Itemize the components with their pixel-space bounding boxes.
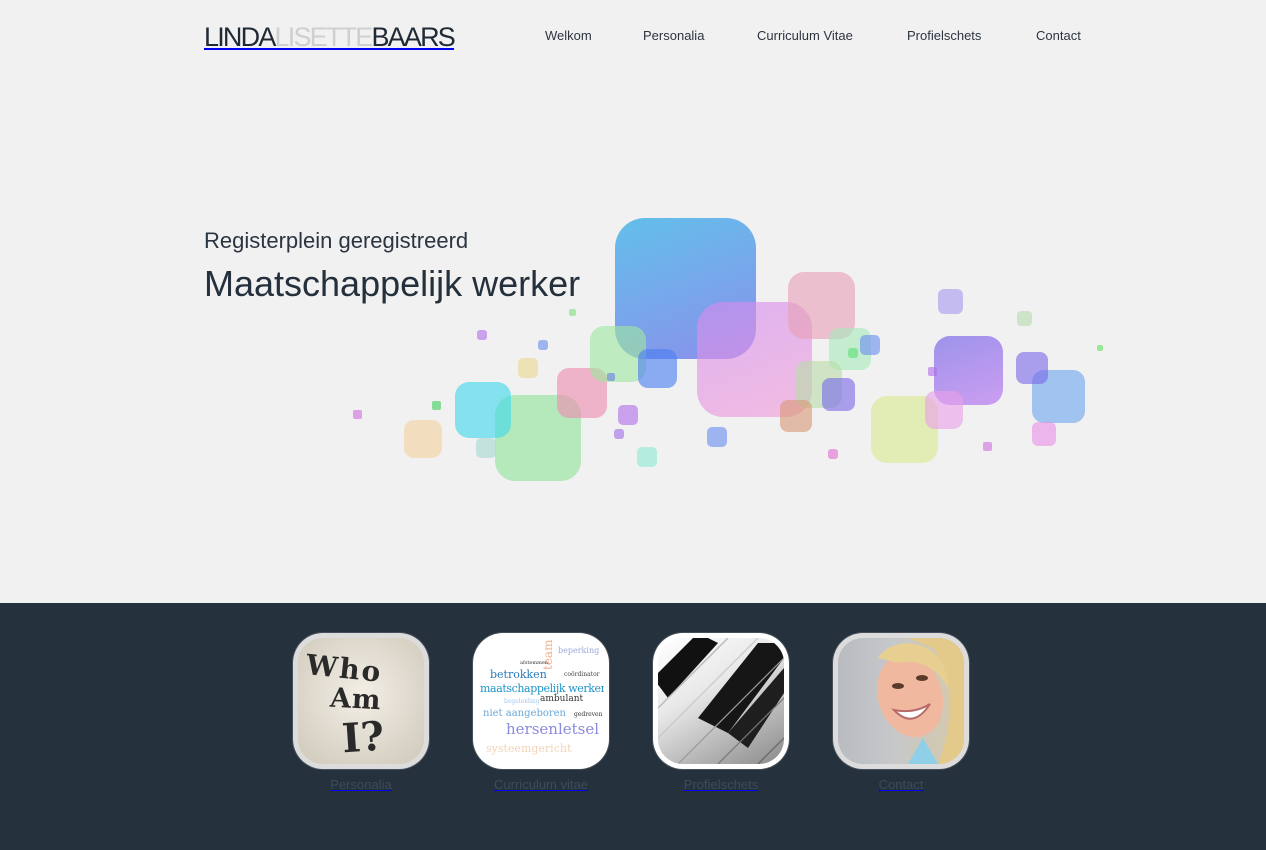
word-cloud-word: hersenletsel — [506, 720, 600, 738]
logo-last-name: BAARS — [371, 22, 455, 52]
bubble-shape — [938, 289, 963, 314]
bubble-shape — [432, 401, 441, 410]
nav-item-curriculum-vitae[interactable]: Curriculum Vitae — [757, 28, 853, 44]
portrait-photo — [838, 638, 964, 764]
bubble-shape — [404, 420, 442, 458]
bubble-shape — [518, 358, 538, 378]
who-am-i-image: Who Am I? — [298, 638, 424, 764]
word-cloud-word: beperking — [558, 646, 600, 655]
site-header: LINDALISETTEBAARS Welkom Personalia Curr… — [0, 0, 1266, 75]
portrait-icon — [876, 638, 964, 764]
word-cloud-word: ambulant — [540, 694, 584, 704]
nav-item-welkom[interactable]: Welkom — [545, 28, 592, 44]
bubble-shape — [614, 429, 624, 439]
tile-thumbnail — [833, 633, 969, 769]
bubble-shape — [860, 335, 880, 355]
bubble-shape — [780, 400, 812, 432]
bubble-shape — [925, 391, 963, 429]
bubble-shape — [353, 410, 362, 419]
bubble-shape — [828, 449, 838, 459]
bubble-shape — [1016, 352, 1048, 384]
word-cloud-word: gedreven — [574, 711, 603, 718]
bubble-shape — [638, 349, 677, 388]
bubble-shape — [538, 340, 548, 350]
logo-first-name: LINDA — [204, 22, 276, 52]
piano-keys-icon — [658, 638, 784, 764]
tile-thumbnail: team beperking afstemmen betrokken coörd… — [473, 633, 609, 769]
bubble-shape — [618, 405, 638, 425]
footer-section: Who Am I? Personalia team beperking afst… — [0, 603, 1266, 850]
tile-personalia[interactable]: Who Am I? Personalia — [293, 633, 429, 793]
bubble-shape — [983, 442, 992, 451]
word-cloud-word: coördinator — [564, 671, 600, 678]
bubble-shape — [476, 438, 496, 458]
tile-profielschets[interactable]: Profielschets — [653, 633, 789, 793]
nav-item-personalia[interactable]: Personalia — [643, 28, 704, 44]
bubble-shape — [822, 378, 855, 411]
nav-item-contact[interactable]: Contact — [1036, 28, 1081, 44]
bubble-shape — [707, 427, 727, 447]
bubble-shape — [1017, 311, 1032, 326]
bubble-shape — [928, 367, 937, 376]
word-cloud-image: team beperking afstemmen betrokken coörd… — [478, 638, 604, 764]
tile-label: Curriculum vitae — [494, 777, 588, 792]
bubble-shape — [455, 382, 511, 438]
nav-item-profielschets[interactable]: Profielschets — [907, 28, 981, 44]
site-logo[interactable]: LINDALISETTEBAARS — [204, 22, 456, 52]
tile-label: Contact — [878, 777, 924, 792]
word-cloud-word: begeleiding — [504, 698, 540, 705]
tile-contact[interactable]: Contact — [833, 633, 969, 793]
am-word: Am — [329, 682, 383, 717]
bubble-shape — [1032, 422, 1056, 446]
bubble-shape — [1097, 345, 1103, 351]
tile-thumbnail — [653, 633, 789, 769]
i-word: I? — [340, 712, 386, 763]
tile-curriculum-vitae[interactable]: team beperking afstemmen betrokken coörd… — [473, 633, 609, 793]
word-cloud-word: niet aangeboren — [483, 708, 566, 719]
hero-bubbles-illustration — [340, 205, 1120, 505]
bubble-shape — [607, 373, 615, 381]
bubble-shape — [477, 330, 487, 340]
word-cloud-word: systeemgericht — [486, 742, 572, 755]
tile-label: Personalia — [330, 777, 392, 792]
tile-thumbnail: Who Am I? — [293, 633, 429, 769]
bubble-shape — [637, 447, 657, 467]
piano-keys-image — [658, 638, 784, 764]
word-cloud-word: afstemmen — [520, 660, 549, 666]
logo-middle-name: LISETTE — [274, 22, 374, 52]
bubble-shape — [848, 348, 858, 358]
tile-label: Profielschets — [683, 777, 759, 792]
word-cloud-word: betrokken — [490, 668, 547, 681]
bubble-shape — [569, 309, 576, 316]
